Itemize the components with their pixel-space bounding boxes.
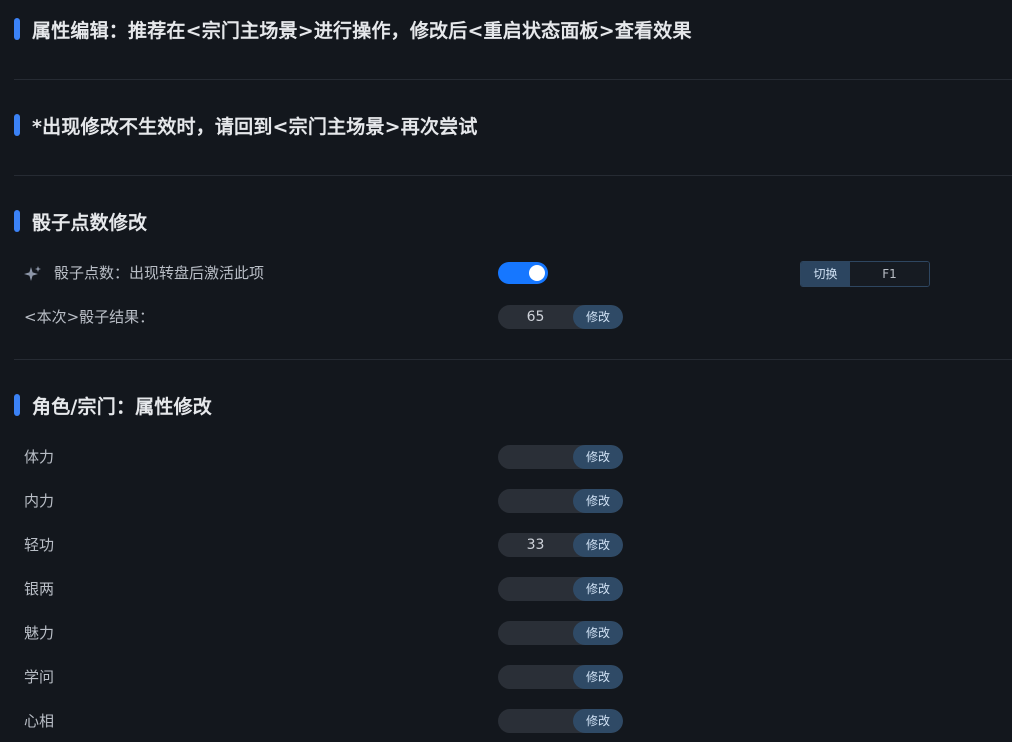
attr-modify-button-stamina[interactable]: 修改 — [573, 445, 623, 469]
attr-field-internal: 修改 — [498, 489, 623, 513]
attr-input-internal[interactable] — [498, 489, 573, 513]
dice-result-label: <本次>骰子结果： — [24, 308, 155, 326]
attr-input-charm[interactable] — [498, 621, 573, 645]
dice-result-input[interactable]: 65 — [498, 305, 573, 329]
notice-text-2: *出现修改不生效时，请回到<宗门主场景>再次尝试 — [32, 115, 478, 138]
attr-modify-button-silver[interactable]: 修改 — [573, 577, 623, 601]
section-accent-bar — [14, 114, 20, 136]
toggle-knob — [529, 265, 545, 281]
dice-result-field: 65 修改 — [498, 305, 623, 329]
divider — [14, 359, 1012, 360]
notice-text-1: 属性编辑：推荐在<宗门主场景>进行操作，修改后<重启状态面板>查看效果 — [32, 19, 692, 42]
notice-title-2: *出现修改不生效时，请回到<宗门主场景>再次尝试 — [14, 113, 478, 138]
section-accent-bar — [14, 18, 20, 40]
divider — [14, 175, 1012, 176]
attr-input-mind[interactable] — [498, 709, 573, 733]
attr-field-charm: 修改 — [498, 621, 623, 645]
section-accent-bar — [14, 210, 20, 232]
attr-label-knowledge: 学问 — [24, 668, 55, 686]
attr-field-mind: 修改 — [498, 709, 623, 733]
dice-section-title: 骰子点数修改 — [14, 209, 148, 234]
dice-section-heading: 骰子点数修改 — [32, 211, 148, 234]
dice-toggle-label: 骰子点数：出现转盘后激活此项 — [54, 264, 265, 282]
hotkey-switch-button[interactable]: 切换 — [801, 262, 850, 286]
notice-title-1: 属性编辑：推荐在<宗门主场景>进行操作，修改后<重启状态面板>查看效果 — [14, 17, 692, 42]
attrs-section-heading: 角色/宗门：属性修改 — [32, 395, 212, 418]
attrs-section-title: 角色/宗门：属性修改 — [14, 393, 212, 418]
attr-input-stamina[interactable] — [498, 445, 573, 469]
section-accent-bar — [14, 394, 20, 416]
hotkey-control: 切换 F1 — [800, 261, 930, 287]
attr-field-knowledge: 修改 — [498, 665, 623, 689]
hotkey-key-field[interactable]: F1 — [850, 262, 929, 286]
dice-result-modify-button[interactable]: 修改 — [573, 305, 623, 329]
attr-modify-button-mind[interactable]: 修改 — [573, 709, 623, 733]
attr-input-silver[interactable] — [498, 577, 573, 601]
attr-label-stamina: 体力 — [24, 448, 55, 466]
attr-field-silver: 修改 — [498, 577, 623, 601]
attr-input-agility[interactable]: 33 — [498, 533, 573, 557]
attr-modify-button-agility[interactable]: 修改 — [573, 533, 623, 557]
attr-label-charm: 魅力 — [24, 624, 55, 642]
attr-input-knowledge[interactable] — [498, 665, 573, 689]
attr-label-agility: 轻功 — [24, 536, 55, 554]
attr-modify-button-internal[interactable]: 修改 — [573, 489, 623, 513]
attr-field-stamina: 修改 — [498, 445, 623, 469]
attr-modify-button-knowledge[interactable]: 修改 — [573, 665, 623, 689]
attr-modify-button-charm[interactable]: 修改 — [573, 621, 623, 645]
divider — [14, 79, 1012, 80]
sparkle-icon — [24, 265, 41, 281]
attr-label-internal: 内力 — [24, 492, 55, 510]
dice-activate-toggle[interactable] — [498, 262, 548, 284]
attr-field-agility: 33 修改 — [498, 533, 623, 557]
attr-label-mind: 心相 — [24, 712, 55, 730]
attr-label-silver: 银两 — [24, 580, 55, 598]
dice-toggle-row-label: 骰子点数：出现转盘后激活此项 — [24, 261, 264, 285]
